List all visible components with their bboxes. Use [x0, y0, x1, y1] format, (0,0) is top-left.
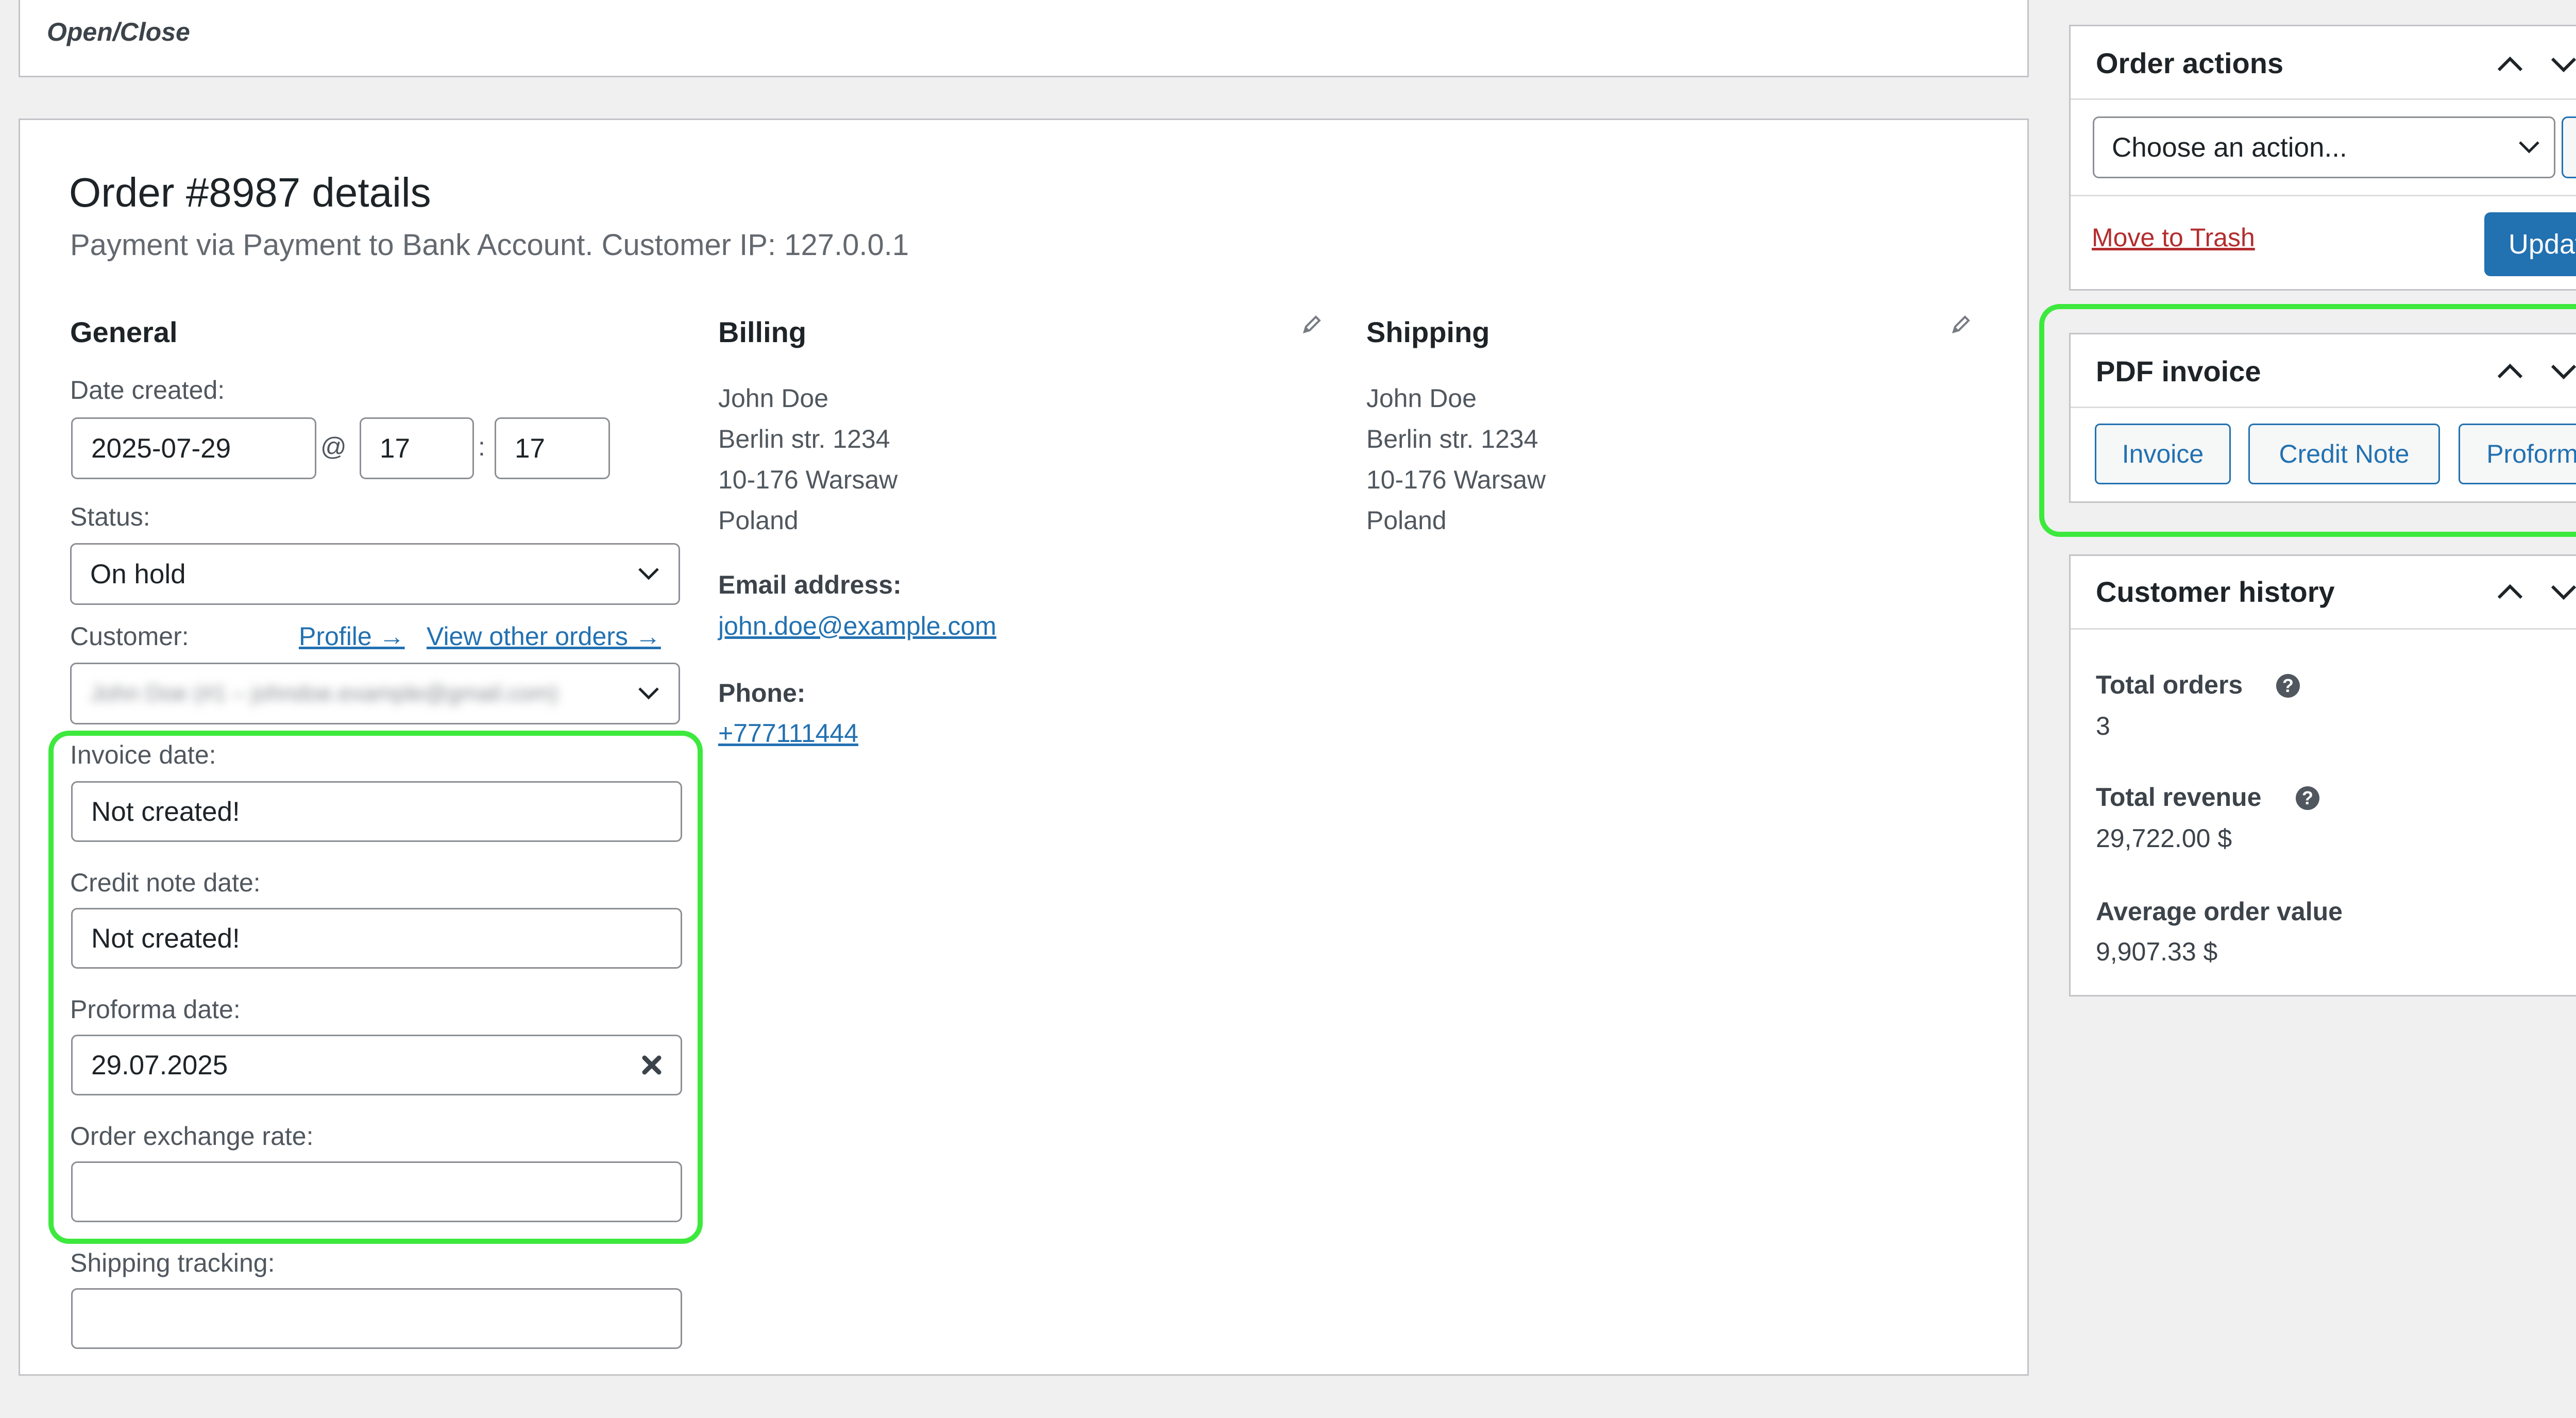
chevron-down-icon[interactable] — [2549, 56, 2576, 73]
customer-label: Customer: — [70, 622, 189, 651]
shipping-address: John Doe Berlin str. 1234 10-176 Warsaw … — [1366, 378, 1546, 541]
update-button[interactable]: Update — [2484, 212, 2576, 276]
status-select[interactable]: On hold — [70, 543, 680, 605]
customer-value: John Doe (#1 – johndoe.example@gmail.com… — [90, 681, 558, 706]
hour-input[interactable]: 17 — [360, 417, 474, 479]
total-revenue-label: Total revenue — [2096, 783, 2262, 812]
billing-name: John Doe — [718, 384, 829, 413]
profile-link[interactable]: Profile → — [299, 621, 405, 651]
exchange-rate-label: Order exchange rate: — [70, 1122, 314, 1151]
avg-order-label: Average order value — [2096, 897, 2343, 926]
total-revenue-value: 29,722.00 $ — [2096, 824, 2232, 853]
total-orders-label: Total orders — [2096, 670, 2243, 699]
open-close-toggle[interactable]: Open/Close — [47, 17, 190, 47]
proforma-date-value: 29.07.2025 — [91, 1050, 228, 1081]
status-value: On hold — [90, 559, 186, 589]
order-meta: Payment via Payment to Bank Account. Cus… — [70, 228, 909, 262]
time-colon: : — [478, 432, 485, 461]
shipping-name: John Doe — [1366, 384, 1477, 413]
proforma-button-label: Proforma — [2486, 440, 2576, 468]
proforma-date-input[interactable]: 29.07.2025 — [71, 1035, 682, 1095]
shipping-city: 10-176 Warsaw — [1366, 465, 1546, 494]
exchange-rate-input[interactable] — [71, 1161, 682, 1222]
date-created-input[interactable]: 2025-07-29 — [71, 417, 316, 479]
move-to-trash-link[interactable]: Move to Trash — [2092, 223, 2255, 252]
chevron-down-icon[interactable] — [2549, 583, 2576, 601]
shipping-tracking-input[interactable] — [71, 1288, 682, 1349]
pencil-icon[interactable] — [1300, 313, 1323, 336]
total-orders-value: 3 — [2096, 712, 2110, 740]
shipping-heading: Shipping — [1366, 316, 1490, 348]
apply-action-button[interactable] — [2562, 116, 2576, 178]
phone-link[interactable]: +777111444 — [718, 718, 858, 748]
billing-country: Poland — [718, 506, 799, 535]
proforma-date-label: Proforma date: — [70, 995, 241, 1024]
at-symbol: @ — [320, 432, 347, 461]
invoice-date-value: Not created! — [91, 796, 240, 827]
top-metabox: Open/Close — [19, 0, 2029, 77]
customer-history-box — [2069, 554, 2576, 997]
credit-note-date-input[interactable]: Not created! — [71, 908, 682, 969]
phone-label: Phone: — [718, 679, 806, 707]
order-action-value: Choose an action... — [2112, 132, 2347, 163]
minute-input[interactable]: 17 — [495, 417, 610, 479]
invoice-button[interactable]: Invoice — [2095, 424, 2231, 484]
invoice-date-input[interactable]: Not created! — [71, 781, 682, 842]
hour-value: 17 — [380, 433, 410, 464]
clear-icon[interactable] — [641, 1055, 662, 1075]
billing-address: John Doe Berlin str. 1234 10-176 Warsaw … — [718, 378, 897, 541]
customer-select[interactable]: John Doe (#1 – johndoe.example@gmail.com… — [70, 663, 680, 724]
view-other-orders-link[interactable]: View other orders → — [427, 621, 661, 651]
billing-city: 10-176 Warsaw — [718, 465, 898, 494]
chevron-up-icon[interactable] — [2496, 363, 2524, 380]
credit-note-date-label: Credit note date: — [70, 868, 261, 897]
chevron-down-icon — [638, 687, 659, 700]
minute-value: 17 — [515, 433, 545, 464]
proforma-button[interactable]: Proforma — [2459, 424, 2576, 484]
pdf-invoice-title: PDF invoice — [2096, 355, 2261, 387]
date-created-value: 2025-07-29 — [91, 433, 231, 464]
email-link[interactable]: john.doe@example.com — [718, 611, 996, 641]
invoice-date-label: Invoice date: — [70, 740, 216, 769]
chevron-up-icon[interactable] — [2496, 56, 2524, 73]
order-heading: Order #8987 details — [69, 170, 431, 215]
status-label: Status: — [70, 502, 150, 531]
chevron-down-icon — [2519, 141, 2539, 154]
invoice-button-label: Invoice — [2122, 440, 2204, 468]
order-actions-title: Order actions — [2096, 47, 2284, 79]
billing-heading: Billing — [718, 316, 807, 348]
general-heading: General — [70, 316, 178, 348]
shipping-street: Berlin str. 1234 — [1366, 425, 1538, 453]
shipping-country: Poland — [1366, 506, 1447, 535]
email-label: Email address: — [718, 570, 902, 599]
avg-order-value: 9,907.33 $ — [2096, 937, 2218, 966]
help-icon[interactable]: ? — [2296, 786, 2319, 810]
customer-history-title: Customer history — [2096, 576, 2335, 608]
date-created-label: Date created: — [70, 376, 225, 404]
update-button-label: Update — [2508, 229, 2576, 260]
chevron-down-icon — [638, 568, 659, 580]
billing-street: Berlin str. 1234 — [718, 425, 890, 453]
order-action-select[interactable]: Choose an action... — [2093, 116, 2555, 178]
pencil-icon[interactable] — [1950, 313, 1972, 336]
credit-note-button-label: Credit Note — [2279, 440, 2410, 468]
credit-note-date-value: Not created! — [91, 923, 240, 954]
help-icon[interactable]: ? — [2276, 674, 2300, 698]
chevron-down-icon[interactable] — [2549, 363, 2576, 380]
chevron-up-icon[interactable] — [2496, 583, 2524, 601]
credit-note-button[interactable]: Credit Note — [2248, 424, 2440, 484]
shipping-tracking-label: Shipping tracking: — [70, 1248, 275, 1277]
